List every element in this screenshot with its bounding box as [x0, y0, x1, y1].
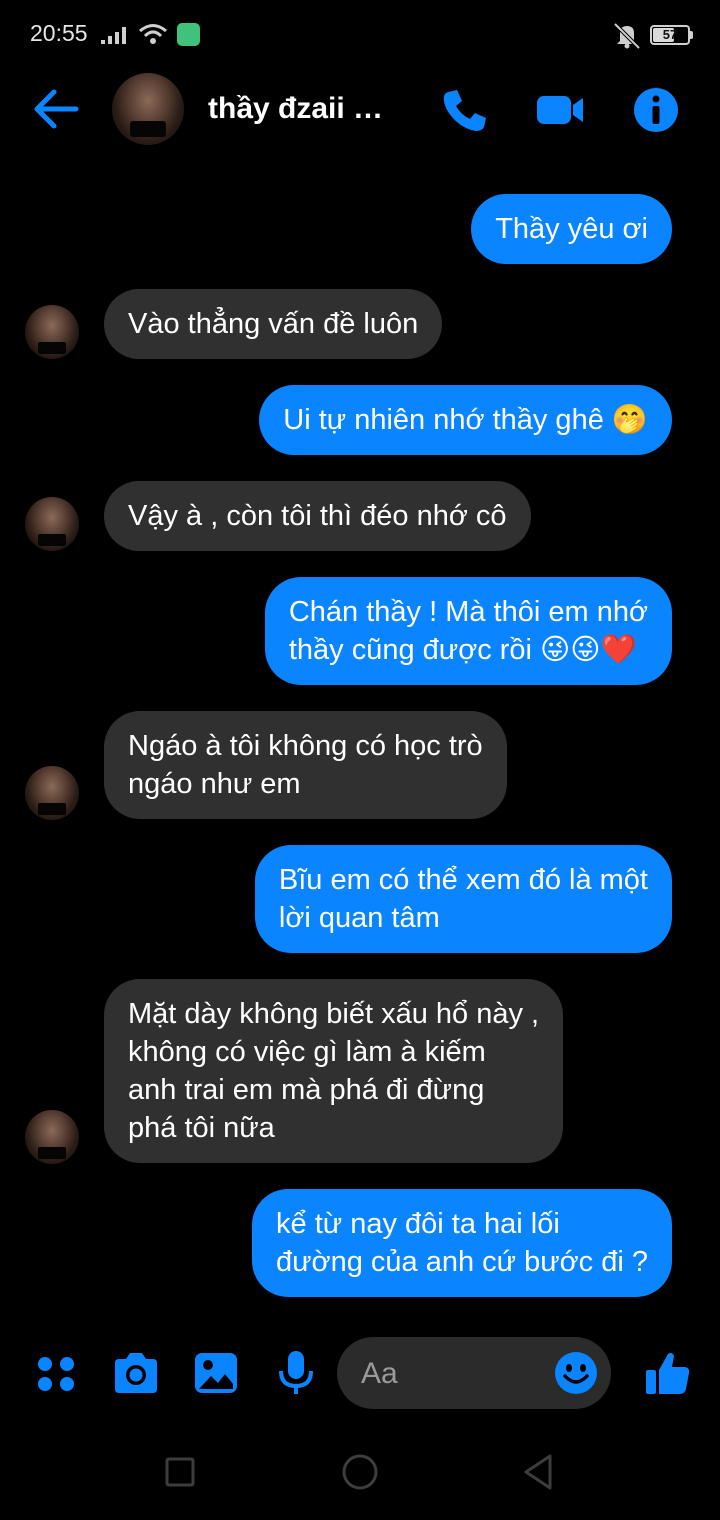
signal-icon	[101, 27, 126, 44]
message-outgoing[interactable]: Bĩu em có thể xem đó là một lời quan tâm	[254, 845, 672, 953]
status-bar: 20:55 57	[0, 0, 720, 70]
message-input[interactable]: Aa	[337, 1337, 611, 1409]
recent-apps-icon[interactable]	[158, 1450, 202, 1494]
camera-icon[interactable]	[112, 1349, 160, 1397]
apps-grid-icon[interactable]	[32, 1349, 80, 1397]
message-incoming[interactable]: Vậy à , còn tôi thì đéo nhớ cô	[104, 481, 531, 551]
emoji-icon[interactable]	[554, 1351, 598, 1395]
contact-avatar-small	[25, 305, 79, 359]
message-incoming[interactable]: Ngáo à tôi không có học trò ngáo như em	[104, 711, 507, 819]
message-outgoing[interactable]: Chán thầy ! Mà thôi em nhớ thầy cũng đượ…	[264, 577, 672, 685]
back-triangle-icon[interactable]	[518, 1450, 562, 1494]
status-time: 20:55	[30, 20, 88, 46]
video-camera-icon[interactable]	[536, 86, 584, 134]
contact-name[interactable]: thầy đzaii …	[208, 92, 383, 126]
phone-icon[interactable]	[440, 86, 488, 134]
info-icon[interactable]	[632, 86, 680, 134]
message-composer: Aa	[0, 1330, 720, 1420]
wifi-icon	[139, 24, 167, 44]
battery-level: 57	[662, 27, 678, 42]
message-incoming[interactable]: Mặt dày không biết xấu hổ này , không có…	[104, 979, 564, 1163]
thumbs-up-icon[interactable]	[644, 1349, 692, 1397]
home-icon[interactable]	[338, 1450, 382, 1494]
system-navigation-bar	[0, 1420, 720, 1520]
message-input-placeholder: Aa	[361, 1357, 398, 1390]
message-outgoing[interactable]: Ui tự nhiên nhớ thầy ghê 🤭	[259, 385, 672, 455]
image-icon[interactable]	[192, 1349, 240, 1397]
contact-avatar-small	[25, 766, 79, 820]
battery-indicator: 57	[650, 25, 690, 45]
back-arrow-icon[interactable]	[32, 86, 80, 132]
contact-avatar-small	[25, 1110, 79, 1164]
message-incoming[interactable]: Vào thẳng vấn đề luôn	[104, 289, 443, 359]
contact-avatar-small	[25, 497, 79, 551]
mute-bell-icon	[613, 22, 641, 49]
microphone-icon[interactable]	[272, 1349, 320, 1397]
contact-avatar[interactable]	[112, 73, 184, 145]
notification-app-icon	[177, 23, 200, 46]
chat-header: thầy đzaii …	[0, 70, 720, 150]
message-outgoing[interactable]: Thầy yêu ơi	[471, 194, 672, 264]
message-outgoing[interactable]: kể từ nay đôi ta hai lối đường của anh c…	[252, 1189, 672, 1297]
